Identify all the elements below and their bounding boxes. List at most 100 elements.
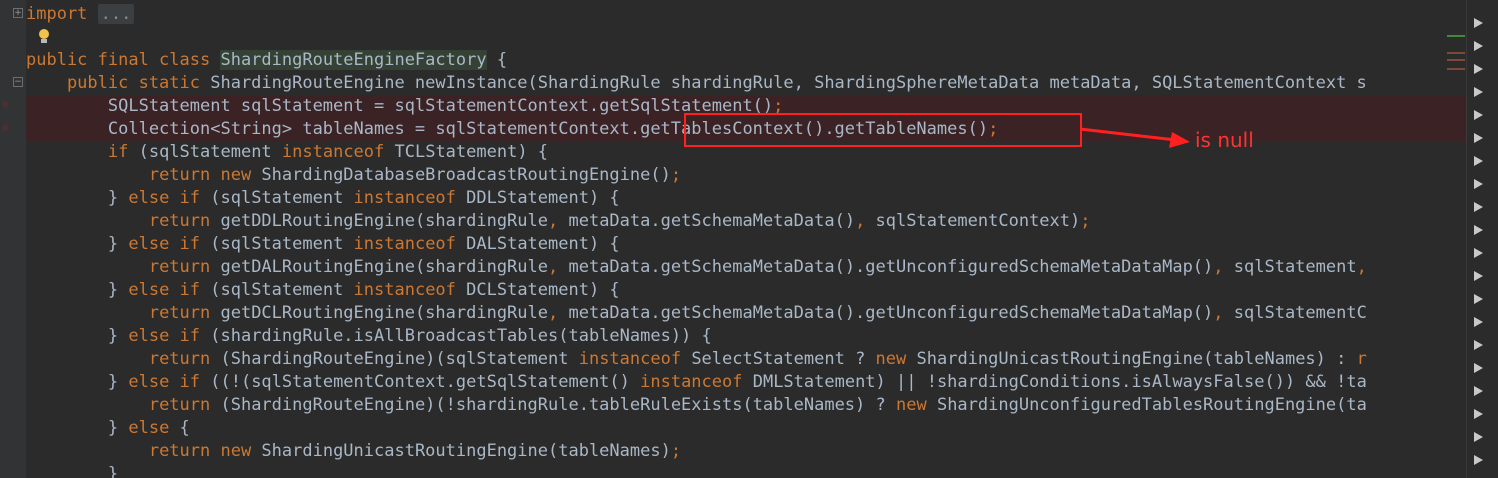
run-marker-icon[interactable] (1474, 202, 1483, 212)
code-token: } (26, 188, 129, 208)
run-marker-icon[interactable] (1474, 432, 1483, 442)
code-token: sqlStatement (1233, 257, 1357, 277)
code-token: (sqlStatement (138, 142, 282, 162)
code-token: ; (1080, 211, 1091, 231)
run-marker-icon[interactable] (1474, 64, 1483, 74)
run-marker-icon[interactable] (1474, 271, 1483, 281)
fold-toggle-icon[interactable]: − (13, 77, 23, 87)
run-marker-icon[interactable] (1474, 179, 1483, 189)
run-marker-icon[interactable] (1474, 248, 1483, 258)
code-token: , (548, 257, 569, 277)
code-line[interactable]: return getDCLRoutingEngine(shardingRule,… (26, 302, 1466, 325)
run-marker-icon[interactable] (1474, 340, 1483, 350)
code-line[interactable]: } else if (shardingRule.isAllBroadcastTa… (26, 325, 1466, 348)
run-marker-icon[interactable] (1474, 110, 1483, 120)
run-marker-icon[interactable] (1474, 133, 1483, 143)
error-stripe-marker (1447, 68, 1465, 70)
code-line[interactable]: return getDALRoutingEngine(shardingRule,… (26, 256, 1466, 279)
code-line[interactable]: return getDDLRoutingEngine(shardingRule,… (26, 210, 1466, 233)
code-token: return new (148, 441, 262, 461)
code-token: if (107, 142, 139, 162)
code-line[interactable]: } else if (sqlStatement instanceof DALSt… (26, 233, 1466, 256)
code-line[interactable]: } else if ((!(sqlStatementContext.getSql… (26, 371, 1466, 394)
code-token: , (1356, 257, 1367, 277)
code-token: r (1356, 349, 1367, 369)
code-token: , (548, 211, 569, 231)
code-token: return new (148, 165, 262, 185)
run-marker-icon[interactable] (1474, 18, 1483, 28)
code-token: return (148, 303, 221, 323)
lightbulb-icon[interactable] (38, 29, 50, 43)
code-token: ShardingRouteEngineFactory (220, 50, 487, 70)
code-token: else if (128, 234, 211, 254)
code-token: sqlStatementC (1233, 303, 1367, 323)
run-marker-icon[interactable] (1474, 41, 1483, 51)
code-token: ; (670, 441, 682, 461)
code-token: { (486, 50, 508, 70)
code-token: (sqlStatement (210, 234, 354, 254)
code-token: DDLStatement) { (466, 188, 620, 208)
code-token: } (26, 464, 119, 478)
run-marker-icon[interactable] (1474, 386, 1483, 396)
fold-toggle-icon[interactable]: + (13, 8, 23, 18)
code-token: metaData.getSchemaMetaData().getUnconfig… (568, 303, 1214, 323)
code-token: instanceof (353, 188, 467, 208)
code-token: DALStatement) { (466, 234, 620, 254)
folded-imports-badge[interactable]: ... (97, 4, 135, 24)
code-token: else if (128, 280, 211, 300)
code-token: ; (670, 165, 682, 185)
code-editor[interactable]: import ... public final class ShardingRou… (26, 0, 1466, 478)
breakpoint-marker-icon[interactable] (2, 101, 9, 108)
code-line[interactable]: } (26, 463, 1466, 478)
code-token: ShardingUnconfiguredTablesRoutingEngine(… (936, 395, 1367, 415)
run-marker-icon[interactable] (1474, 225, 1483, 235)
code-token: } (26, 418, 129, 438)
code-line[interactable]: } else { (26, 417, 1466, 440)
run-marker-icon[interactable] (1474, 317, 1483, 327)
code-line[interactable]: public final class ShardingRouteEngineFa… (26, 49, 1466, 72)
editor-gutter: + − (0, 0, 26, 478)
code-token: return (148, 257, 221, 277)
code-token: TCLStatement) { (394, 142, 549, 162)
code-token: SQLStatement sqlStatement = sqlStatement… (26, 96, 774, 116)
breakpoint-marker-icon[interactable] (2, 124, 9, 131)
code-line[interactable] (26, 26, 1466, 49)
code-line[interactable]: } else if (sqlStatement instanceof DDLSt… (26, 187, 1466, 210)
code-line[interactable]: return (ShardingRouteEngine)(!shardingRu… (26, 394, 1466, 417)
code-line[interactable]: return (ShardingRouteEngine)(sqlStatemen… (26, 348, 1466, 371)
code-line[interactable]: return new ShardingUnicastRoutingEngine(… (26, 440, 1466, 463)
code-token: instanceof (353, 234, 467, 254)
code-line[interactable]: return new ShardingDatabaseBroadcastRout… (26, 164, 1466, 187)
execution-markers-column (1466, 0, 1498, 478)
code-line[interactable]: import ... (26, 3, 1466, 26)
run-marker-icon[interactable] (1474, 409, 1483, 419)
run-marker-icon[interactable] (1474, 87, 1483, 97)
code-token: , (855, 211, 876, 231)
code-line[interactable]: public static ShardingRouteEngine newIns… (26, 72, 1466, 95)
code-token: else if (128, 372, 211, 392)
run-marker-icon[interactable] (1474, 363, 1483, 373)
code-token: new (875, 349, 917, 369)
code-token: { (179, 418, 190, 438)
code-token: ShardingUnicastRoutingEngine(tableNames) (261, 441, 671, 461)
run-marker-icon[interactable] (1474, 294, 1483, 304)
change-marker (1447, 35, 1465, 37)
code-token: (shardingRule.isAllBroadcastTables(table… (210, 326, 712, 346)
code-token: return (148, 349, 221, 369)
run-marker-icon[interactable] (1474, 455, 1483, 465)
code-token: ShardingDatabaseBroadcastRoutingEngine() (261, 165, 671, 185)
code-token: ShardingRouteEngine newInstance(Sharding… (210, 73, 1367, 93)
code-line[interactable]: } else if (sqlStatement instanceof DCLSt… (26, 279, 1466, 302)
run-marker-icon[interactable] (1474, 156, 1483, 166)
code-token: else if (128, 326, 211, 346)
code-token: else (128, 418, 180, 438)
code-token: (sqlStatement (210, 188, 354, 208)
code-token: SelectStatement ? (691, 349, 876, 369)
code-token: return (148, 395, 221, 415)
